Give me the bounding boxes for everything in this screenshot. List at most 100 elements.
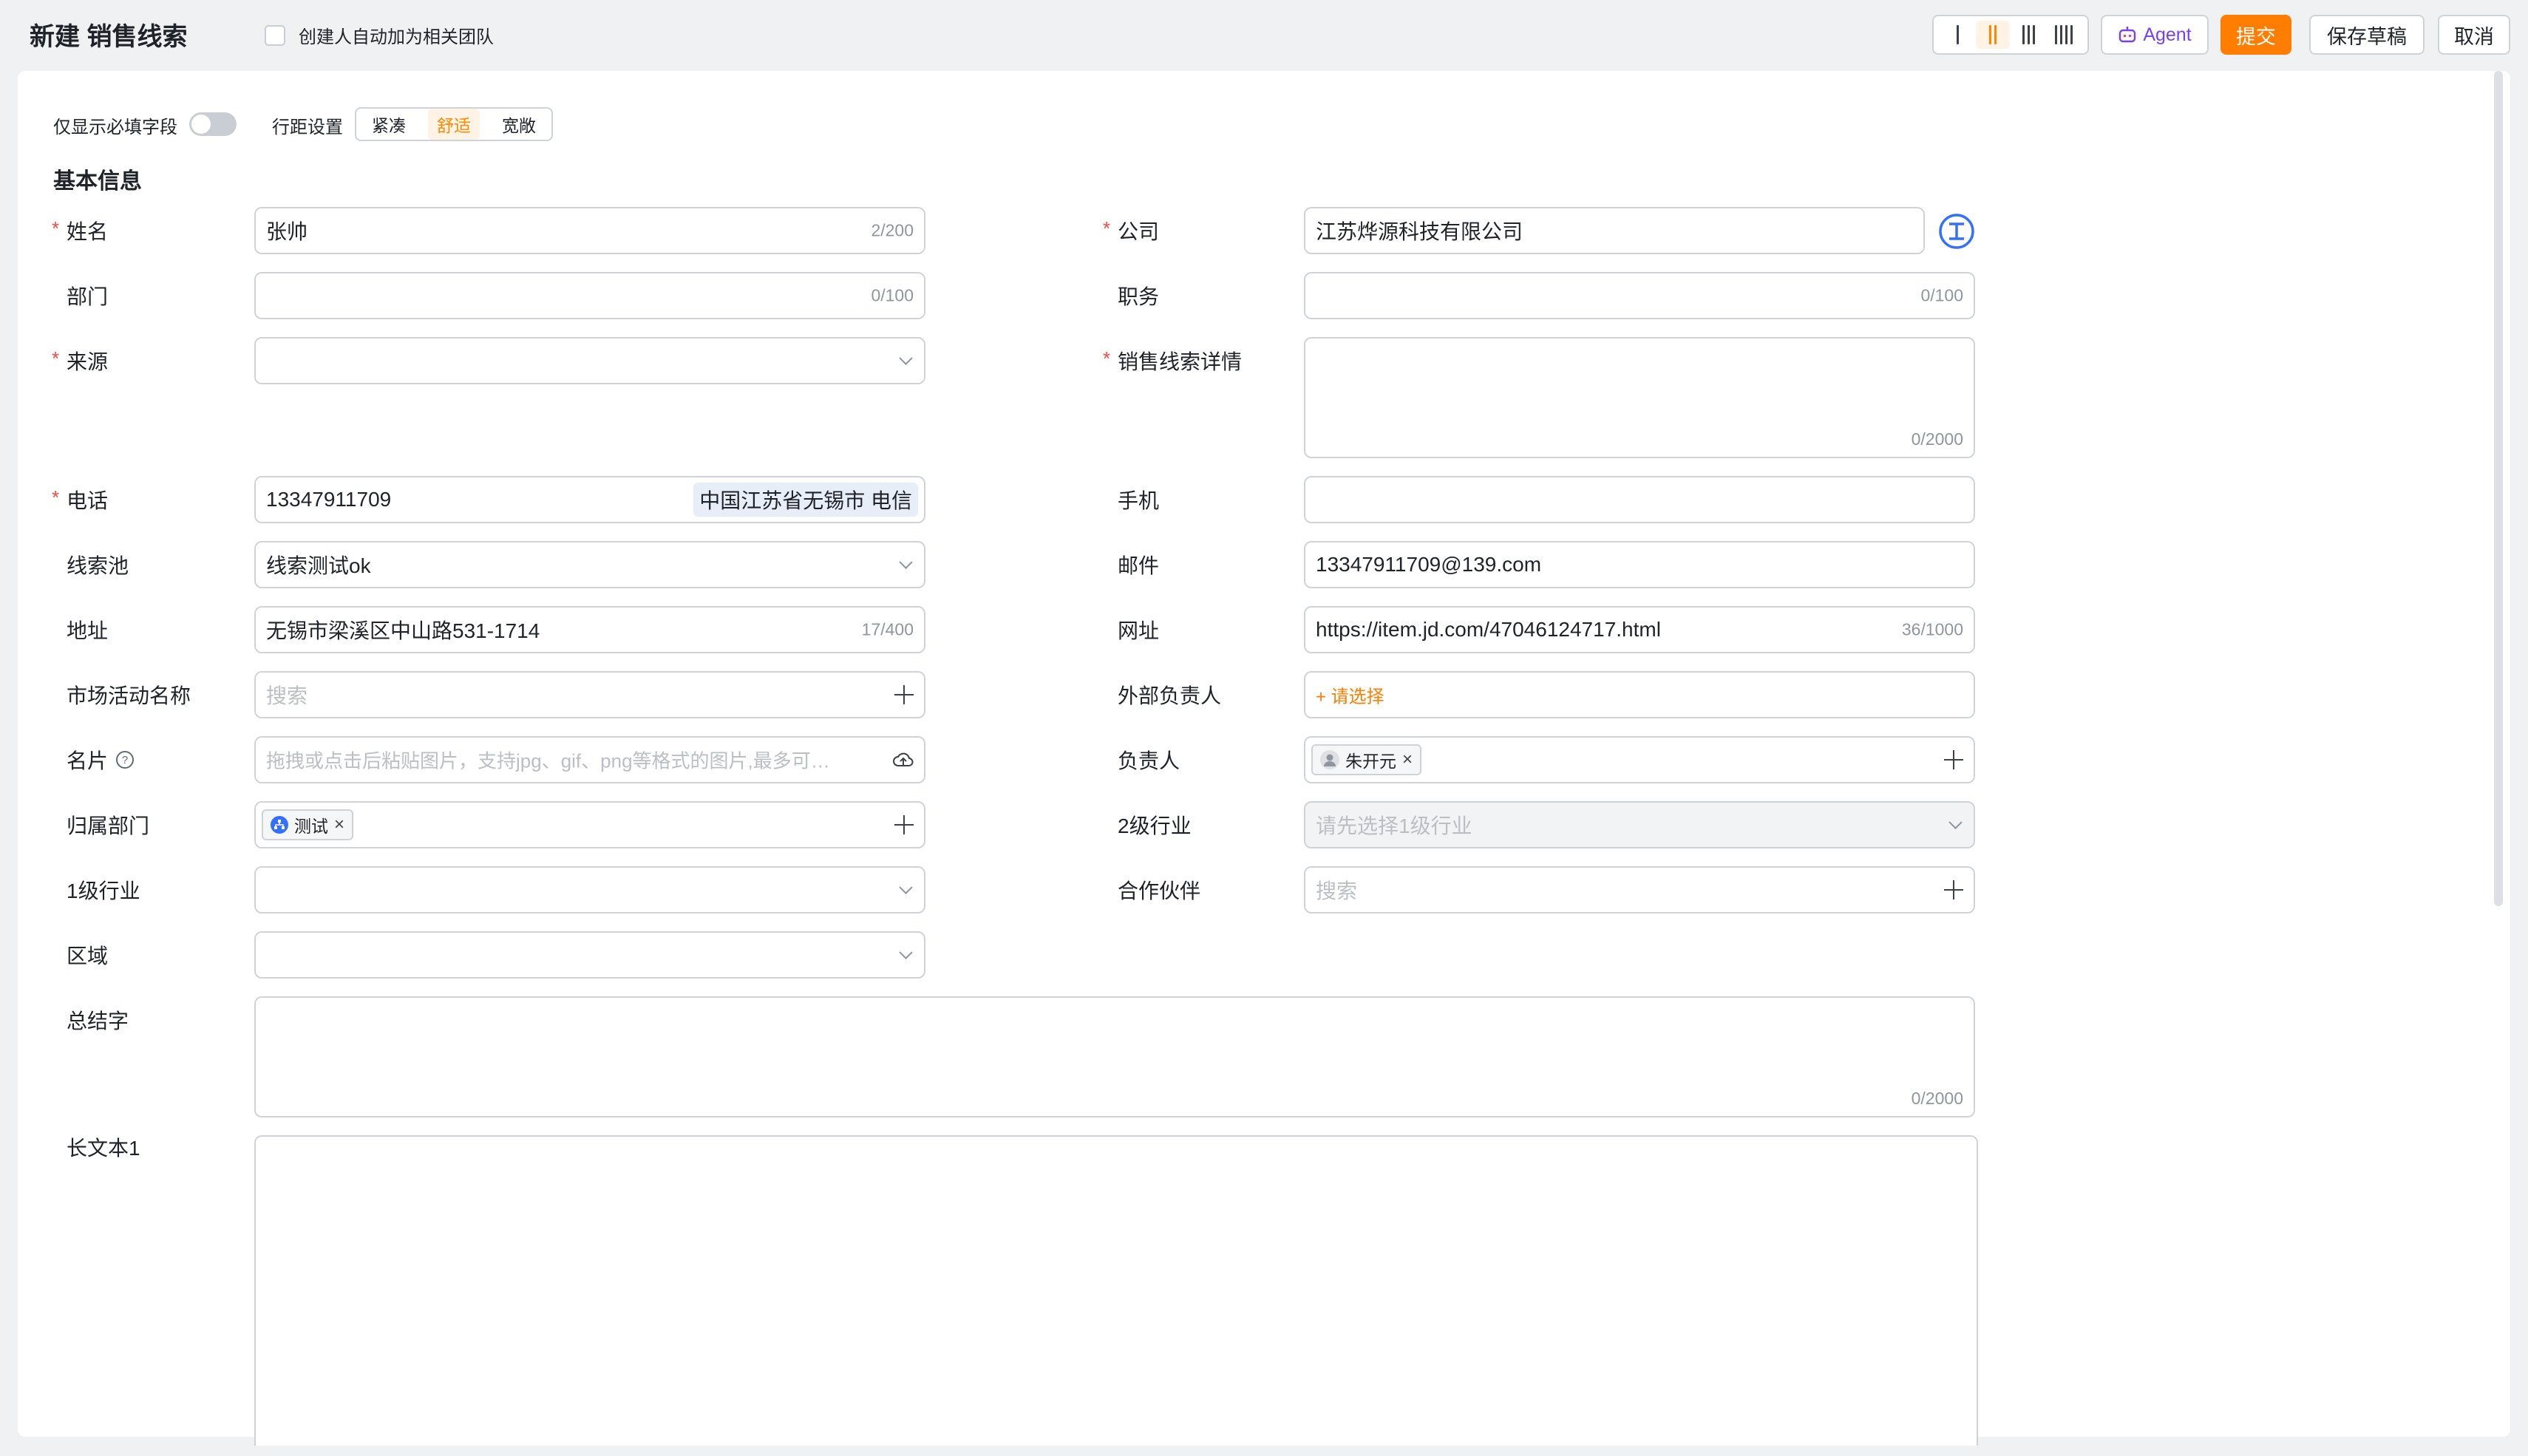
density-comfortable[interactable]: 舒适: [428, 109, 480, 140]
department-input[interactable]: 0/100: [254, 272, 925, 319]
address-value: 无锡市梁溪区中山路531-1714: [266, 619, 540, 642]
position-input[interactable]: 0/100: [1304, 272, 1975, 319]
phone-input[interactable]: 13347911709 中国江苏省无锡市 电信: [254, 476, 925, 523]
chevron-down-icon: [899, 945, 913, 959]
address-label: 地址: [67, 619, 109, 642]
lead-detail-label: * 销售线索详情: [1103, 347, 1243, 373]
industry2-placeholder: 请先选择1级行业: [1316, 814, 1472, 837]
website-count: 36/1000: [1901, 619, 1963, 639]
industry1-label: 1级行业: [67, 880, 140, 902]
add-icon[interactable]: [1944, 880, 1963, 899]
auto-team-checkbox[interactable]: 创建人自动加为相关团队: [265, 22, 494, 48]
lead-pool-label: 线索池: [67, 554, 129, 577]
required-only-label: 仅显示必填字段: [53, 118, 177, 137]
one-column-button[interactable]: [1940, 21, 1974, 49]
card-upload[interactable]: 拖拽或点击后粘贴图片，支持jpg、gif、png等格式的图片,最多可…: [254, 736, 925, 783]
longtext1-label: 长文本1: [67, 1137, 140, 1160]
name-count: 2/200: [871, 220, 914, 240]
department-count: 0/100: [871, 285, 914, 305]
lead-pool-value: 线索测试ok: [266, 554, 371, 577]
longtext1-textarea[interactable]: [254, 1135, 1978, 1446]
add-icon[interactable]: [894, 685, 914, 704]
required-mark: *: [52, 217, 60, 239]
campaign-label: 市场活动名称: [67, 684, 191, 707]
external-owner-picker[interactable]: + 请选择: [1316, 682, 1384, 708]
name-input[interactable]: 张帅 2/200: [254, 207, 925, 254]
department-icon: [271, 816, 288, 834]
section-title: 基本信息: [53, 169, 142, 194]
density-compact[interactable]: 紧凑: [363, 109, 415, 140]
mobile-label: 手机: [1118, 489, 1160, 512]
address-count: 17/400: [861, 619, 914, 639]
add-icon[interactable]: [1944, 750, 1963, 769]
required-only-toggle[interactable]: [189, 112, 237, 136]
checkbox-box[interactable]: [265, 24, 285, 46]
website-value: https://item.jd.com/47046124717.html: [1316, 618, 1661, 641]
summary-label: 总结字: [67, 1010, 129, 1033]
address-input[interactable]: 无锡市梁溪区中山路531-1714 17/400: [254, 606, 925, 653]
email-input[interactable]: 13347911709@139.com: [1304, 541, 1975, 588]
dept-owner-label: 归属部门: [67, 814, 150, 837]
summary-textarea[interactable]: 0/2000: [254, 996, 1975, 1117]
partner-search[interactable]: 搜索: [1304, 866, 1975, 914]
partner-placeholder: 搜索: [1316, 880, 1358, 902]
lead-detail-textarea[interactable]: 0/2000: [1304, 337, 1975, 458]
partner-label: 合作伙伴: [1118, 880, 1201, 902]
required-mark: *: [1103, 217, 1111, 239]
lead-pool-select[interactable]: 线索测试ok: [254, 541, 925, 588]
campaign-search[interactable]: 搜索: [254, 671, 925, 718]
robot-icon: [2119, 27, 2136, 43]
row-spacing-label: 行距设置: [272, 118, 343, 137]
dept-tag: 测试 ×: [262, 809, 354, 840]
website-label: 网址: [1118, 619, 1160, 642]
remove-tag-icon[interactable]: ×: [334, 814, 344, 835]
card-label: 名片 ?: [67, 745, 135, 775]
external-owner-select[interactable]: + 请选择: [1304, 671, 1975, 718]
owner-select[interactable]: 朱开元 ×: [1304, 736, 1975, 783]
upload-cloud-icon[interactable]: [893, 751, 914, 770]
industry2-label: 2级行业: [1118, 814, 1192, 837]
campaign-placeholder: 搜索: [266, 684, 308, 707]
density-selector: 紧凑 舒适 宽敞: [355, 107, 553, 141]
density-spacious[interactable]: 宽敞: [493, 109, 545, 140]
position-label: 职务: [1118, 285, 1160, 308]
industry1-select[interactable]: [254, 866, 925, 914]
region-select[interactable]: [254, 931, 925, 979]
agent-button[interactable]: Agent: [2101, 15, 2209, 55]
mobile-input[interactable]: [1304, 476, 1975, 523]
page-title: 新建 销售线索: [30, 23, 188, 51]
industry2-select[interactable]: 请先选择1级行业: [1304, 801, 1975, 848]
scrollbar[interactable]: [2494, 71, 2503, 906]
three-column-button[interactable]: [2011, 21, 2045, 49]
phone-value: 13347911709: [266, 488, 392, 511]
email-label: 邮件: [1118, 554, 1160, 577]
four-column-button[interactable]: [2047, 21, 2081, 49]
card-placeholder: 拖拽或点击后粘贴图片，支持jpg、gif、png等格式的图片,最多可…: [266, 749, 830, 772]
department-label: 部门: [67, 285, 109, 308]
company-input[interactable]: 江苏烨源科技有限公司: [1304, 207, 1925, 254]
source-select[interactable]: [254, 337, 925, 384]
chevron-down-icon: [1948, 815, 1963, 829]
chevron-down-icon: [899, 880, 913, 894]
save-draft-button[interactable]: 保存草稿: [2309, 15, 2425, 55]
required-mark: *: [52, 347, 60, 370]
add-icon[interactable]: [894, 815, 914, 834]
position-count: 0/100: [1920, 285, 1963, 305]
dept-tag-label: 测试: [294, 817, 328, 836]
chevron-down-icon: [899, 351, 913, 365]
submit-button[interactable]: 提交: [2221, 15, 2291, 55]
cancel-button[interactable]: 取消: [2438, 15, 2510, 55]
website-input[interactable]: https://item.jd.com/47046124717.html 36/…: [1304, 606, 1975, 653]
owner-tag-label: 朱开元: [1345, 752, 1396, 771]
source-label: * 来源: [52, 347, 109, 373]
lead-detail-count: 0/2000: [1911, 429, 1963, 449]
company-label: * 公司: [1103, 217, 1160, 243]
chevron-down-icon: [899, 555, 913, 569]
dept-owner-select[interactable]: 测试 ×: [254, 801, 925, 848]
company-info-icon[interactable]: [1938, 213, 1975, 250]
avatar-icon: [1320, 750, 1339, 769]
name-value: 张帅: [266, 220, 308, 243]
help-icon[interactable]: ?: [115, 750, 135, 769]
two-column-button[interactable]: [1976, 21, 2010, 49]
remove-tag-icon[interactable]: ×: [1402, 749, 1413, 770]
